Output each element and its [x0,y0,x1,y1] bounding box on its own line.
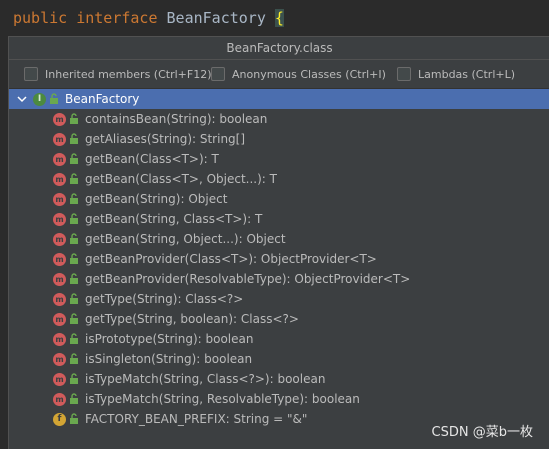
member-label: containsBean(String): boolean [85,112,268,126]
method-icon: m [53,232,66,246]
method-icon: m [53,292,66,306]
method-icon: m [53,132,66,146]
member-label: getBean(Class<T>, Object...): T [85,172,277,186]
member-label: getAliases(String): String[] [85,132,246,146]
member-label: getType(String, boolean): Class<?> [85,312,299,326]
public-lock-icon [70,353,78,364]
public-lock-icon [70,253,78,264]
member-label: getBean(Class<T>): T [85,152,219,166]
checkbox-label: Inherited members (Ctrl+F12) [45,67,212,81]
public-lock-icon [70,133,78,144]
keyword-public: public [13,9,68,27]
public-lock-icon [70,213,78,224]
method-icon: m [53,252,66,266]
tree-member-item[interactable]: m isTypeMatch(String, Class<?>): boolean [9,369,549,389]
public-lock-icon [70,233,78,244]
chevron-down-icon[interactable] [17,94,27,104]
member-label: getBean(String, Object...): Object [85,232,286,246]
root-label: BeanFactory [65,92,140,106]
public-lock-icon [70,113,78,124]
method-icon: m [53,332,66,346]
public-lock-icon [70,333,78,344]
checkbox-box[interactable] [211,67,225,81]
tree-member-item[interactable]: m getBean(Class<T>): T [9,149,549,169]
editor-code-line[interactable]: public interface BeanFactory { [0,0,549,36]
method-icon: m [53,152,66,166]
public-lock-icon [70,173,78,184]
checkbox-box[interactable] [397,67,411,81]
member-label: FACTORY_BEAN_PREFIX: String = "&" [85,412,308,426]
tree-member-item[interactable]: m getBean(String, Object...): Object [9,229,549,249]
structure-tree: I BeanFactory m containsBean(String): boo… [9,89,549,429]
member-list: m containsBean(String): boolean m getAliase… [9,109,549,429]
member-label: getBeanProvider(Class<T>): ObjectProvide… [85,252,377,266]
tree-member-item[interactable]: m getBeanProvider(Class<T>): ObjectProvid… [9,249,549,269]
method-icon: m [53,312,66,326]
tree-member-item[interactable]: m getBean(String, Class<T>): T [9,209,549,229]
tree-member-item[interactable]: m isPrototype(String): boolean [9,329,549,349]
open-brace: { [274,9,284,27]
method-icon: m [53,212,66,226]
checkbox-label: Lambdas (Ctrl+L) [418,67,516,81]
public-lock-icon [70,153,78,164]
watermark: CSDN @菜b一枚 [431,425,533,440]
field-icon: f [53,412,66,426]
member-label: getBean(String): Object [85,192,228,206]
tree-member-item[interactable]: m getAliases(String): String[] [9,129,549,149]
interface-name: BeanFactory [166,9,266,27]
popup-title: BeanFactory.class [9,37,549,60]
method-icon: m [53,272,66,286]
method-icon: m [53,352,66,366]
public-lock-icon [70,373,78,384]
member-label: isTypeMatch(String, Class<?>): boolean [85,372,326,386]
member-label: isTypeMatch(String, ResolvableType): boo… [85,392,360,406]
method-icon: m [53,192,66,206]
member-label: isSingleton(String): boolean [85,352,253,366]
keyword-interface: interface [76,9,158,27]
member-label: isPrototype(String): boolean [85,332,254,346]
checkbox-label: Anonymous Classes (Ctrl+I) [232,67,386,81]
code-text: public interface BeanFactory { [13,9,284,27]
public-lock-icon [70,293,78,304]
file-structure-popup: BeanFactory.class Inherited members (Ctr… [8,36,549,449]
method-icon: m [53,372,66,386]
checkbox-box[interactable] [24,67,38,81]
tree-member-item[interactable]: m isSingleton(String): boolean [9,349,549,369]
member-label: getType(String): Class<?> [85,292,244,306]
method-icon: m [53,172,66,186]
inherited-members-checkbox[interactable]: Inherited members (Ctrl+F12) [24,67,212,81]
tree-member-item[interactable]: m getBean(Class<T>, Object...): T [9,169,549,189]
tree-member-item[interactable]: m getType(String): Class<?> [9,289,549,309]
tree-member-item[interactable]: m containsBean(String): boolean [9,109,549,129]
method-icon: m [53,112,66,126]
member-label: getBeanProvider(ResolvableType): ObjectP… [85,272,411,286]
member-label: getBean(String, Class<T>): T [85,212,263,226]
lambdas-checkbox[interactable]: Lambdas (Ctrl+L) [397,67,515,81]
public-lock-icon [50,93,58,104]
tree-member-item[interactable]: m getType(String, boolean): Class<?> [9,309,549,329]
method-icon: m [53,392,66,406]
interface-icon: I [33,92,46,106]
tree-member-item[interactable]: m getBeanProvider(ResolvableType): Object… [9,269,549,289]
tree-member-item[interactable]: m isTypeMatch(String, ResolvableType): bo… [9,389,549,409]
tree-root-beanfactory[interactable]: I BeanFactory [9,89,549,109]
public-lock-icon [70,193,78,204]
tree-member-item[interactable]: m getBean(String): Object [9,189,549,209]
public-lock-icon [70,393,78,404]
public-lock-icon [70,313,78,324]
public-lock-icon [70,413,78,424]
anonymous-classes-checkbox[interactable]: Anonymous Classes (Ctrl+I) [211,67,386,81]
filter-options-bar: Inherited members (Ctrl+F12) Anonymous C… [9,60,549,89]
public-lock-icon [70,273,78,284]
